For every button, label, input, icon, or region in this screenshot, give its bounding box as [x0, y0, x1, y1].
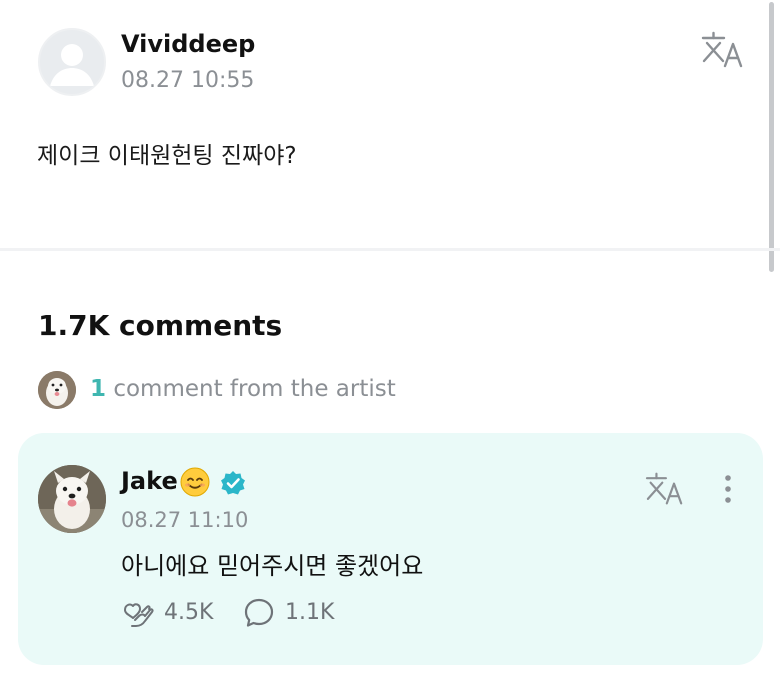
post-author-avatar[interactable]	[38, 28, 106, 96]
translate-icon[interactable]	[644, 471, 686, 507]
artist-comments-label: 1 comment from the artist	[90, 376, 396, 402]
comment-timestamp: 08.27 11:10	[121, 508, 249, 532]
reply-count: 1.1K	[285, 600, 335, 625]
default-avatar-icon	[50, 44, 94, 86]
post-author-name[interactable]: Vividdeep	[121, 30, 255, 58]
artist-comment-text: comment from the artist	[106, 376, 396, 402]
like-button[interactable]: 4.5K	[121, 596, 251, 630]
reply-button[interactable]: 1.1K	[242, 596, 372, 630]
comment-bubble-icon	[244, 598, 274, 627]
scrollbar[interactable]	[769, 2, 774, 272]
translate-icon[interactable]	[700, 30, 746, 70]
artist-comment-count: 1	[90, 376, 107, 402]
artist-avatar	[38, 371, 76, 409]
section-divider	[0, 248, 780, 251]
post-body-text: 제이크 이태원헌팅 진짜야?	[37, 143, 297, 169]
heart-hand-icon	[124, 603, 154, 627]
smiling-face-emoji	[180, 467, 210, 497]
artist-comments-filter[interactable]: 1 comment from the artist	[38, 370, 538, 410]
comment-body-text: 아니에요 믿어주시면 좋겠어요	[121, 552, 424, 580]
comments-count-heading: 1.7K comments	[38, 309, 283, 342]
artist-comment-card: Jake 08.27 11:10 아니에요 믿어주시면 좋겠어요 4.5K 1.…	[18, 433, 763, 665]
comment-author-name[interactable]: Jake	[121, 467, 178, 495]
comment-author-avatar[interactable]	[38, 465, 106, 533]
verified-badge-icon	[220, 470, 246, 496]
like-count: 4.5K	[164, 600, 214, 625]
post-timestamp: 08.27 10:55	[121, 68, 255, 93]
more-vertical-icon[interactable]	[718, 471, 738, 511]
